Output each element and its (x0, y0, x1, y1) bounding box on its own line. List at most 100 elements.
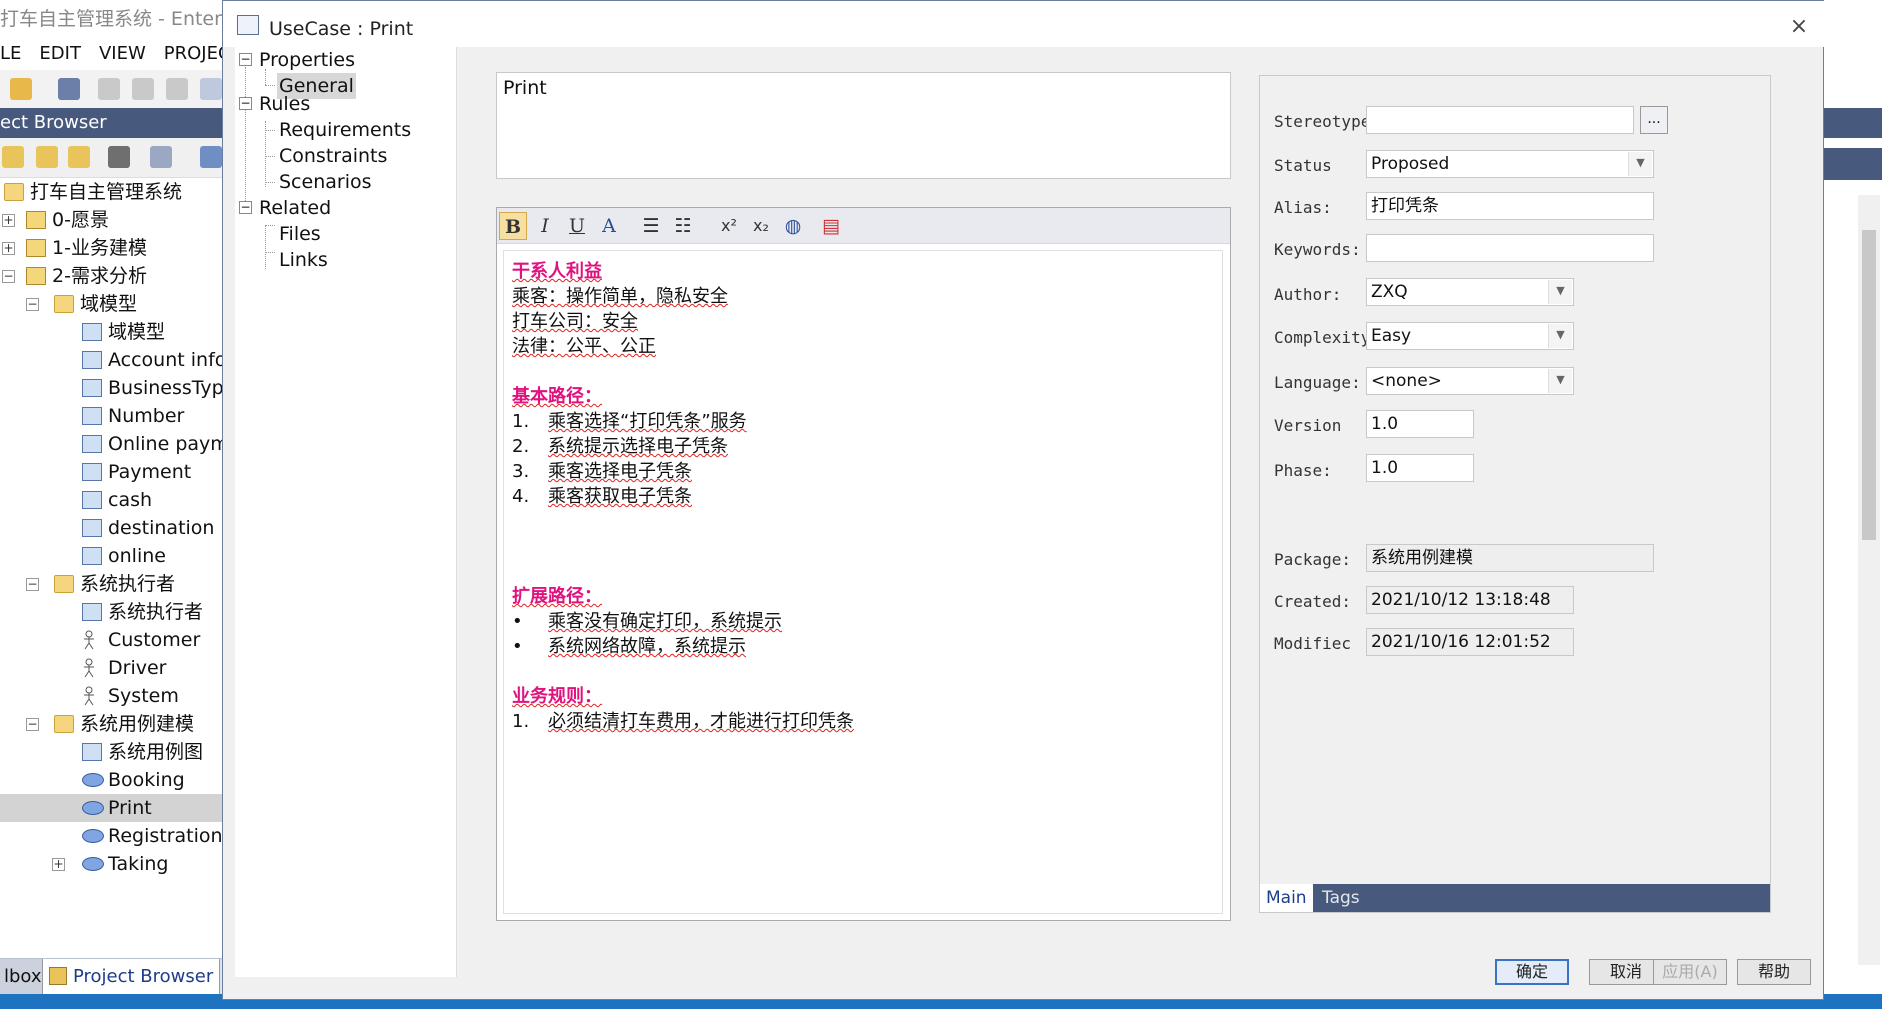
chevron-down-icon[interactable]: ▼ (1628, 152, 1652, 176)
tree-item[interactable]: Online paym (0, 430, 222, 458)
open-icon[interactable] (10, 78, 32, 100)
cancel-button[interactable]: 取消 (1589, 959, 1663, 985)
superscript-icon[interactable]: x² (715, 212, 743, 240)
menu-project[interactable]: PROJECT (164, 43, 222, 64)
tree-item[interactable]: − 系统执行者 (0, 570, 222, 598)
chevron-down-icon[interactable]: ▼ (1548, 324, 1572, 348)
nav-links[interactable]: Links (279, 247, 328, 273)
tree-item[interactable]: +0-愿景 (0, 206, 222, 234)
nav-properties[interactable]: Properties (259, 47, 355, 73)
stereotype-field[interactable] (1366, 106, 1634, 134)
collapse-icon[interactable]: − (26, 718, 39, 731)
expand-icon[interactable]: + (2, 242, 15, 255)
linked-document-icon[interactable]: ▤ (817, 212, 845, 240)
tree-item[interactable]: Driver (0, 654, 222, 682)
numbered-list-icon[interactable]: ☷ (669, 212, 697, 240)
hyperlink-icon[interactable]: ◍ (779, 212, 807, 240)
model-root-icon (4, 183, 24, 201)
collapse-related[interactable]: − (239, 201, 252, 214)
app-window: 打车自主管理系统 - Enterprise LEEDITVIEWPROJECT … (0, 0, 222, 1009)
nav-files[interactable]: Files (279, 221, 321, 247)
close-icon[interactable]: × (1785, 13, 1813, 41)
windows-icon[interactable] (200, 146, 222, 168)
nav-related[interactable]: Related (259, 195, 331, 221)
new-package-icon[interactable] (2, 146, 24, 168)
collapse-icon[interactable]: − (2, 270, 15, 283)
find-icon[interactable] (108, 146, 130, 168)
menu-edit[interactable]: EDIT (39, 43, 81, 64)
subscript-icon[interactable]: x₂ (747, 212, 775, 240)
properties-icon[interactable] (150, 146, 172, 168)
collapse-properties[interactable]: − (239, 53, 252, 66)
menu-file[interactable]: LE (0, 43, 21, 64)
tree-item[interactable]: Booking (0, 766, 222, 794)
package-icon (26, 211, 46, 229)
diagram-icon (82, 323, 102, 341)
tab-toolbox[interactable]: lbox (0, 959, 46, 995)
collapse-icon[interactable]: − (26, 298, 39, 311)
cut-icon[interactable] (98, 78, 120, 100)
expand-icon[interactable]: + (2, 214, 15, 227)
tree-item[interactable]: 系统执行者 (0, 598, 222, 626)
tree-item[interactable]: Payment (0, 458, 222, 486)
status-select[interactable]: Proposed ▼ (1366, 150, 1654, 178)
tree-item[interactable]: destination (0, 514, 222, 542)
chevron-down-icon[interactable]: ▼ (1548, 280, 1572, 304)
expand-icon[interactable]: + (52, 858, 65, 871)
tree-item[interactable]: System (0, 682, 222, 710)
nav-requirements[interactable]: Requirements (279, 117, 411, 143)
author-select[interactable]: ZXQ ▼ (1366, 278, 1574, 306)
bullet-list-icon[interactable]: ☰ (637, 212, 665, 240)
undo-icon[interactable] (200, 78, 222, 100)
name-input[interactable]: Print (496, 72, 1231, 179)
complexity-select[interactable]: Easy ▼ (1366, 322, 1574, 350)
tab-tags[interactable]: Tags (1316, 884, 1366, 912)
tree-item[interactable]: Registration i (0, 822, 222, 850)
stereotype-browse-button[interactable]: ... (1640, 106, 1668, 134)
notes-content[interactable]: 干系人利益 乘客：操作简单，隐私安全 打车公司：安全 法律：公平、公正 基本路径… (503, 250, 1223, 914)
tree-item[interactable]: 域模型 (0, 318, 222, 346)
tab-project-browser[interactable]: Project Browser (42, 959, 221, 995)
tree-item[interactable]: − 系统用例建模 (0, 710, 222, 738)
nav-constraints[interactable]: Constraints (279, 143, 387, 169)
tree-item[interactable]: Customer (0, 626, 222, 654)
new-diagram-icon[interactable] (36, 146, 58, 168)
right-scrollbar-thumb[interactable] (1862, 230, 1876, 540)
language-select[interactable]: <none> ▼ (1366, 367, 1574, 395)
keywords-field[interactable] (1366, 234, 1654, 262)
tree-item[interactable]: BusinessType (0, 374, 222, 402)
nav-scenarios[interactable]: Scenarios (279, 169, 372, 195)
tree-item[interactable]: 系统用例图 (0, 738, 222, 766)
tree-item[interactable]: +1-业务建模 (0, 234, 222, 262)
save-icon[interactable] (58, 78, 80, 100)
tree-item[interactable]: online (0, 542, 222, 570)
bold-icon[interactable]: B (499, 212, 527, 240)
new-element-icon[interactable] (68, 146, 90, 168)
tree-item[interactable]: cash (0, 486, 222, 514)
alias-field[interactable]: 打印凭条 (1366, 192, 1654, 220)
help-button[interactable]: 帮助 (1737, 959, 1811, 985)
italic-icon[interactable]: I (531, 212, 559, 240)
tree-item[interactable]: + Taking (0, 850, 222, 878)
tree-item[interactable]: Print (0, 794, 222, 822)
tree-item[interactable]: − 域模型 (0, 290, 222, 318)
menu-view[interactable]: VIEW (99, 43, 146, 64)
copy-icon[interactable] (132, 78, 154, 100)
tree-item-label: Taking (108, 853, 169, 875)
nav-rules[interactable]: Rules (259, 91, 310, 117)
collapse-rules[interactable]: − (239, 97, 252, 110)
version-field[interactable]: 1.0 (1366, 410, 1474, 438)
tab-main[interactable]: Main (1260, 884, 1313, 912)
chevron-down-icon[interactable]: ▼ (1548, 369, 1572, 393)
tree-item[interactable]: − 2-需求分析 (0, 262, 222, 290)
underline-icon[interactable]: U (563, 212, 591, 240)
collapse-icon[interactable]: − (26, 578, 39, 591)
phase-field[interactable]: 1.0 (1366, 454, 1474, 482)
apply-button[interactable]: 应用(A) (1653, 959, 1727, 985)
ok-button[interactable]: 确定 (1495, 959, 1569, 985)
tree-item[interactable]: 打车自主管理系统 (0, 178, 222, 206)
tree-item[interactable]: Account infor (0, 346, 222, 374)
tree-item[interactable]: Number (0, 402, 222, 430)
font-color-icon[interactable]: A (595, 212, 623, 240)
paste-icon[interactable] (166, 78, 188, 100)
